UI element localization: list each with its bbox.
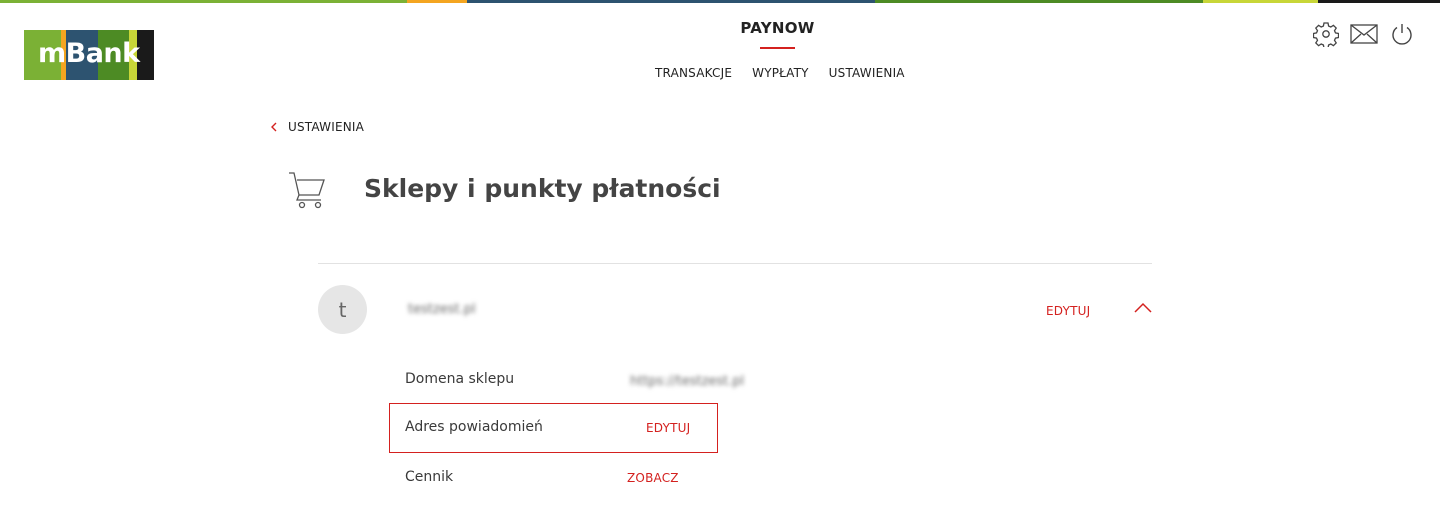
power-icon[interactable] bbox=[1388, 20, 1416, 48]
mbank-logo[interactable]: mBank bbox=[24, 30, 154, 80]
page-title: Sklepy i punkty płatności bbox=[364, 174, 721, 203]
nav-transakcje[interactable]: TRANSAKCJE bbox=[655, 66, 732, 80]
nav-wyplaty[interactable]: WYPŁATY bbox=[752, 66, 809, 80]
domain-value: https://testzest.pl bbox=[630, 374, 745, 389]
back-label: USTAWIENIA bbox=[288, 120, 365, 134]
header-icons bbox=[1312, 20, 1416, 48]
main-nav: TRANSAKCJE WYPŁATY USTAWIENIA bbox=[655, 66, 905, 80]
cart-icon bbox=[289, 172, 325, 209]
brand-title: PAYNOW bbox=[740, 19, 815, 37]
domain-label: Domena sklepu bbox=[405, 371, 515, 387]
gear-icon[interactable] bbox=[1312, 20, 1340, 48]
divider bbox=[318, 263, 1152, 264]
notification-address-label: Adres powiadomień bbox=[405, 419, 543, 435]
shop-name: testzest.pl bbox=[408, 302, 476, 317]
chevron-left-icon bbox=[271, 122, 277, 132]
chevron-up-icon[interactable] bbox=[1133, 302, 1153, 314]
envelope-icon[interactable] bbox=[1350, 20, 1378, 48]
shop-avatar: t bbox=[318, 285, 367, 334]
view-pricing-button[interactable]: ZOBACZ bbox=[627, 471, 679, 485]
logo-text: mBank bbox=[38, 38, 140, 69]
top-color-stripe bbox=[0, 0, 1440, 3]
brand-underline bbox=[760, 47, 795, 49]
edit-shop-button[interactable]: EDYTUJ bbox=[1046, 304, 1090, 318]
nav-ustawienia[interactable]: USTAWIENIA bbox=[829, 66, 905, 80]
edit-notification-address-button[interactable]: EDYTUJ bbox=[646, 421, 690, 435]
pricing-label: Cennik bbox=[405, 469, 454, 485]
back-link[interactable]: USTAWIENIA bbox=[270, 120, 364, 134]
